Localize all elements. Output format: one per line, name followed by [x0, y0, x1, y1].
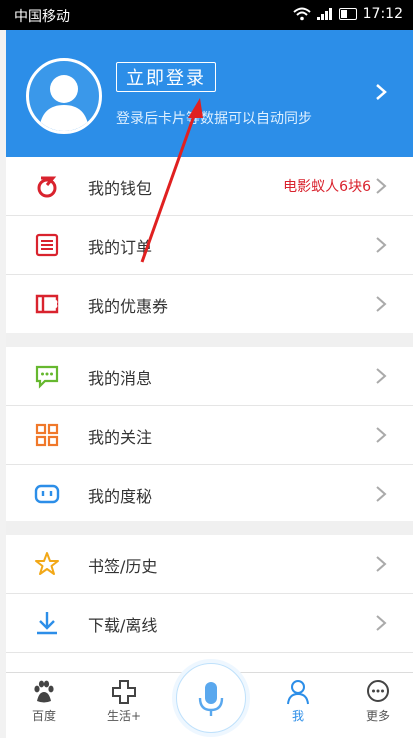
menu-item-messages[interactable]: 我的消息: [6, 347, 413, 406]
tab-label: 生活+: [106, 709, 142, 723]
tab-more[interactable]: 更多: [348, 679, 408, 724]
menu-label: 我的消息: [88, 369, 153, 388]
carrier-label: 中国移动: [14, 9, 70, 25]
microphone-icon: [198, 682, 224, 716]
signal-icon: [316, 8, 332, 20]
menu-label: 下载/离线: [88, 616, 158, 635]
tab-label: 更多: [365, 709, 390, 723]
chevron-right-icon: [376, 486, 387, 502]
menu-group-social: 我的消息 我的关注 我的度秘: [6, 347, 413, 523]
chevron-right-icon: [376, 427, 387, 443]
menu-label: 我的钱包: [88, 179, 153, 198]
chevron-right-icon: [376, 615, 387, 631]
menu-group-account: 我的钱包 电影蚁人6块6 我的订单 我的优惠券: [6, 157, 413, 333]
status-bar: 中国移动 17:12: [0, 0, 413, 30]
tab-label: 百度: [31, 709, 56, 723]
star-icon: [35, 552, 59, 575]
menu-label: 书签/历史: [88, 557, 158, 576]
download-icon: [37, 612, 57, 635]
chevron-right-icon: [376, 296, 387, 312]
login-button[interactable]: 立即登录: [116, 62, 216, 92]
grid-follow-icon: [35, 423, 59, 447]
chevron-right-icon: [376, 368, 387, 384]
menu-item-bookmarks[interactable]: 书签/历史: [6, 535, 413, 594]
person-icon: [287, 680, 309, 705]
menu-item-follow[interactable]: 我的关注: [6, 406, 413, 465]
chevron-right-icon[interactable]: [371, 82, 391, 102]
promo-text[interactable]: 电影蚁人6块6: [283, 176, 371, 196]
voice-search-button[interactable]: [176, 663, 246, 733]
menu-label: 我的订单: [88, 238, 153, 257]
coupon-icon: [35, 294, 59, 314]
menu-label: 我的度秘: [88, 487, 153, 506]
bottom-tab-bar: 百度 生活+ 我 更多: [6, 663, 413, 738]
tab-baidu[interactable]: 百度: [14, 679, 74, 724]
chevron-right-icon: [376, 178, 387, 194]
menu-label: 我的关注: [88, 428, 153, 447]
menu-item-orders[interactable]: 我的订单: [6, 216, 413, 275]
battery-icon: [338, 8, 357, 20]
profile-header[interactable]: 立即登录 登录后卡片等数据可以自动同步: [6, 30, 413, 157]
dumi-robot-icon: [34, 484, 60, 504]
menu-item-downloads[interactable]: 下载/离线: [6, 594, 413, 653]
wallet-icon: [37, 176, 57, 198]
life-plus-icon: [112, 680, 136, 704]
more-chat-icon: [367, 680, 389, 702]
chevron-right-icon: [376, 237, 387, 253]
tab-me[interactable]: 我: [268, 679, 328, 724]
avatar[interactable]: [26, 58, 102, 134]
message-icon: [35, 365, 59, 389]
tab-life[interactable]: 生活+: [94, 679, 154, 724]
sync-hint: 登录后卡片等数据可以自动同步: [116, 111, 312, 127]
wifi-icon: [292, 7, 311, 21]
app-screen: 中国移动 17:12 立即登录 登录后卡片等数据可以自动同步 我的钱包 电影蚁人…: [0, 0, 413, 738]
menu-item-wallet[interactable]: 我的钱包 电影蚁人6块6: [6, 157, 413, 216]
menu-item-coupons[interactable]: 我的优惠券: [6, 275, 413, 333]
menu-label: 我的优惠券: [88, 297, 169, 316]
clock: 17:12: [362, 6, 403, 22]
baidu-paw-icon: [34, 680, 54, 703]
chevron-right-icon: [376, 556, 387, 572]
section-divider: [6, 521, 413, 535]
default-user-icon: [39, 75, 89, 131]
menu-item-dumi[interactable]: 我的度秘: [6, 465, 413, 523]
tab-label: 我: [291, 709, 304, 723]
order-list-icon: [35, 233, 59, 257]
section-divider: [6, 333, 413, 347]
